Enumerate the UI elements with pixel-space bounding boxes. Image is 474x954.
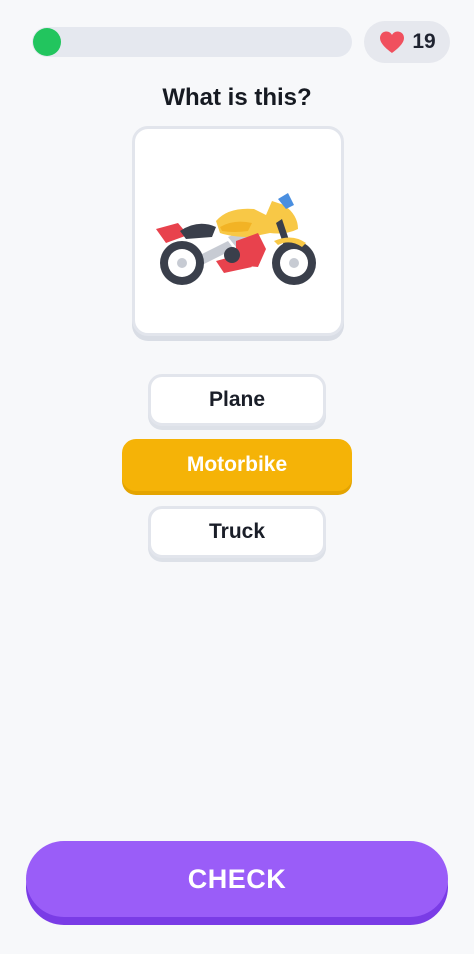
lives-counter[interactable]: 19 (364, 21, 450, 63)
check-button[interactable]: CHECK (26, 841, 448, 917)
lesson-progress-bar (32, 27, 352, 57)
question-image-card (132, 126, 344, 336)
question-title: What is this? (162, 84, 312, 111)
quiz-screen: 19 What is this? Plane Motorbike Truck C… (0, 0, 474, 954)
heart-icon (380, 31, 405, 53)
answer-option-truck[interactable]: Truck (148, 506, 326, 558)
lives-count: 19 (412, 30, 436, 53)
motorbike-illustration (156, 193, 316, 285)
answer-option-plane[interactable]: Plane (148, 374, 326, 426)
progress-indicator (33, 28, 61, 56)
answer-option-motorbike[interactable]: Motorbike (122, 439, 352, 491)
